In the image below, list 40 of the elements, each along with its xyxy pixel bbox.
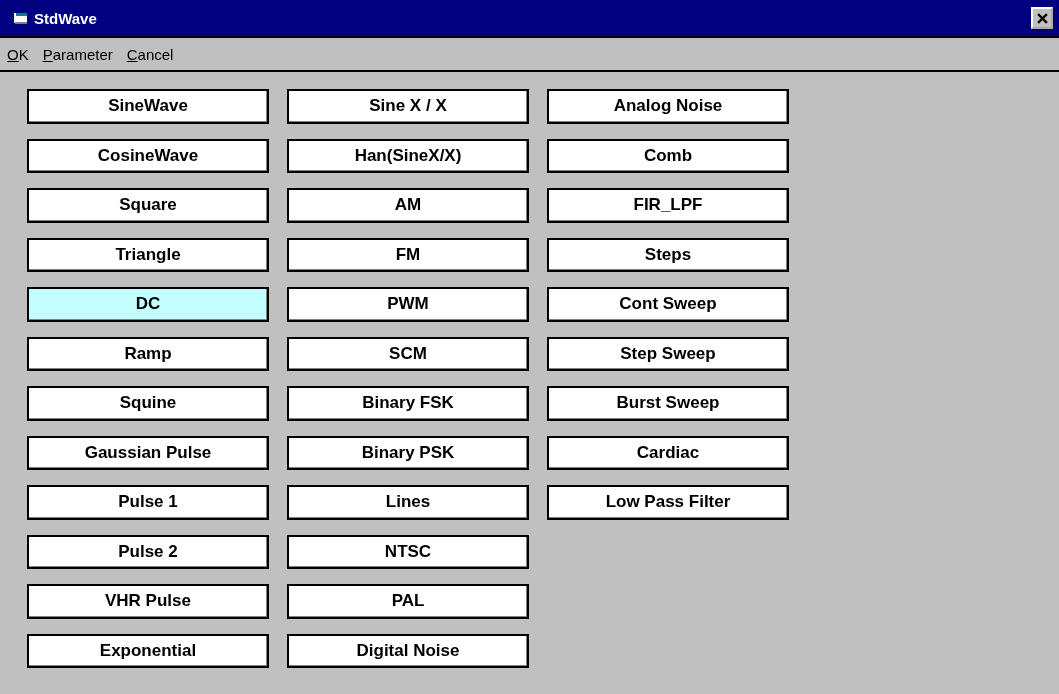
- waveform-button[interactable]: FM: [287, 237, 529, 272]
- menu-item[interactable]: OK: [7, 45, 29, 63]
- waveform-button[interactable]: Ramp: [27, 336, 269, 371]
- waveform-button[interactable]: Analog Noise: [547, 89, 789, 124]
- waveform-button[interactable]: FIR_LPF: [547, 188, 789, 223]
- waveform-button[interactable]: Pulse 2: [27, 534, 269, 569]
- waveform-button[interactable]: Lines: [287, 485, 529, 520]
- waveform-button[interactable]: Triangle: [27, 237, 269, 272]
- waveform-button[interactable]: Low Pass Filter: [547, 485, 789, 520]
- waveform-button[interactable]: CosineWave: [27, 138, 269, 173]
- waveform-button[interactable]: NTSC: [287, 534, 529, 569]
- waveform-button[interactable]: AM: [287, 188, 529, 223]
- waveform-button[interactable]: Pulse 1: [27, 485, 269, 520]
- waveform-button[interactable]: Binary FSK: [287, 386, 529, 421]
- waveform-button[interactable]: Square: [27, 188, 269, 223]
- waveform-button[interactable]: VHR Pulse: [27, 584, 269, 619]
- waveform-button[interactable]: Digital Noise: [287, 633, 529, 668]
- waveform-button[interactable]: Cardiac: [547, 435, 789, 470]
- waveform-button[interactable]: Exponential: [27, 633, 269, 668]
- waveform-button[interactable]: Comb: [547, 138, 789, 173]
- window-icon: [14, 12, 28, 24]
- waveform-button[interactable]: PAL: [287, 584, 529, 619]
- waveform-button[interactable]: SCM: [287, 336, 529, 371]
- waveform-button[interactable]: DC: [27, 287, 269, 322]
- waveform-button[interactable]: SineWave: [27, 89, 269, 124]
- waveform-button[interactable]: Binary PSK: [287, 435, 529, 470]
- waveform-button[interactable]: Steps: [547, 237, 789, 272]
- waveform-button[interactable]: Step Sweep: [547, 336, 789, 371]
- close-button[interactable]: [1031, 7, 1053, 29]
- menu-item[interactable]: Cancel: [126, 45, 174, 63]
- waveform-button[interactable]: PWM: [287, 287, 529, 322]
- waveform-button[interactable]: Gaussian Pulse: [27, 435, 269, 470]
- close-icon: [1036, 12, 1048, 24]
- waveform-button[interactable]: Squine: [27, 386, 269, 421]
- waveform-button[interactable]: Cont Sweep: [547, 287, 789, 322]
- waveform-button[interactable]: Burst Sweep: [547, 386, 789, 421]
- waveform-button[interactable]: Sine X / X: [287, 89, 529, 124]
- waveform-button[interactable]: Han(SineX/X): [287, 138, 529, 173]
- menu-item[interactable]: Parameter: [42, 45, 113, 63]
- window-title: StdWave: [34, 9, 98, 27]
